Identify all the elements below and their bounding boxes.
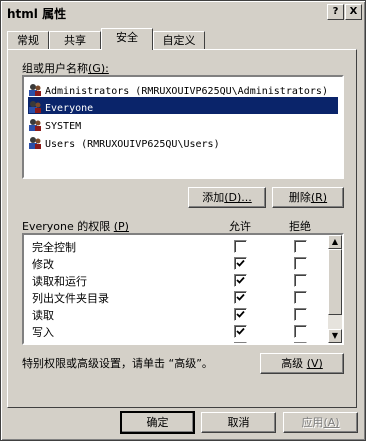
cancel-button-label: 取消 — [227, 416, 250, 429]
permission-deny-checkbox[interactable] — [294, 274, 307, 287]
user-name: SYSTEM — [45, 121, 82, 132]
permission-name: 写入 — [32, 326, 54, 339]
users-listbox[interactable]: Administrators (RMRUXOUIVP625QU\Administ… — [22, 75, 344, 179]
permissions-scrollbar[interactable]: ▲ ▼ — [328, 235, 342, 343]
tab-general-label: 常规 — [17, 34, 39, 47]
permission-row: 读取和运行 — [24, 271, 330, 288]
tab-strip: 常规 共享 安全 自定义 — [7, 28, 362, 50]
help-icon: ? — [332, 6, 339, 17]
cancel-button[interactable]: 取消 — [201, 412, 276, 433]
permission-row: 读取 — [24, 305, 330, 322]
permission-name: 完全控制 — [32, 241, 76, 254]
permissions-label-hotkey: (P) — [113, 220, 129, 233]
checkmark-icon — [236, 327, 245, 335]
permission-allow-checkbox[interactable] — [234, 308, 247, 321]
checkmark-icon — [236, 259, 245, 267]
remove-button[interactable]: 删除(R) — [272, 187, 344, 208]
tab-sharing-label: 共享 — [64, 34, 86, 47]
checkmark-icon — [236, 276, 245, 284]
ok-button-label: 确定 — [146, 416, 169, 429]
permission-deny-checkbox[interactable] — [294, 257, 307, 270]
permission-row: 写入 — [24, 322, 330, 339]
ok-button[interactable]: 确定 — [120, 411, 195, 434]
permission-name: 列出文件夹目录 — [32, 292, 109, 305]
groups-label: 组或用户名称(G): — [22, 60, 109, 76]
deny-column-header: 拒绝 — [289, 220, 311, 233]
permission-allow-checkbox[interactable] — [234, 342, 247, 343]
tab-security[interactable]: 安全 — [101, 28, 153, 50]
title-bar[interactable]: html 属性 ? X — [3, 3, 363, 21]
properties-dialog: html 属性 ? X 常规 共享 安全 自定义 组或用户名称(G): Admi… — [0, 0, 366, 441]
advanced-button-label: 高级 — [281, 357, 304, 370]
permission-deny-checkbox[interactable] — [294, 291, 307, 304]
user-name: Everyone — [45, 103, 94, 114]
list-item-administrators[interactable]: Administrators (RMRUXOUIVP625QU\Administ… — [28, 80, 328, 97]
user-group-icon — [29, 84, 41, 96]
help-button[interactable]: ? — [327, 4, 344, 20]
user-group-icon — [29, 101, 41, 113]
groups-label-hotkey: (G): — [88, 62, 109, 75]
permission-allow-checkbox[interactable] — [234, 325, 247, 338]
tab-general[interactable]: 常规 — [7, 31, 49, 50]
remove-button-label: 删除 — [288, 191, 311, 204]
scroll-thumb[interactable] — [328, 249, 342, 315]
scroll-up-button[interactable]: ▲ — [328, 235, 342, 249]
permissions-list[interactable]: 完全控制修改读取和运行列出文件夹目录读取写入特别的权限 ▲ ▼ — [22, 233, 344, 345]
permission-name: 修改 — [32, 258, 54, 271]
user-name: Administrators (RMRUXOUIVP625QU\Administ… — [45, 86, 328, 97]
add-button-hotkey: (D)... — [224, 191, 252, 204]
permission-name: 特别的权限 — [32, 341, 87, 343]
allow-column-header: 允许 — [229, 220, 251, 233]
apply-button-hotkey: (A) — [323, 416, 340, 429]
remove-button-hotkey: (R) — [310, 191, 328, 204]
permission-row: 修改 — [24, 254, 330, 271]
permissions-label-text: Everyone 的权限 — [22, 220, 111, 233]
add-button[interactable]: 添加(D)... — [188, 187, 266, 208]
permission-allow-checkbox[interactable] — [234, 291, 247, 304]
user-group-icon — [29, 137, 41, 149]
permission-deny-checkbox[interactable] — [294, 308, 307, 321]
permission-row: 特别的权限 — [24, 339, 330, 343]
security-panel: 组或用户名称(G): Administrators (RMRUXOUIVP625… — [7, 49, 357, 408]
list-item-everyone[interactable]: Everyone — [28, 97, 338, 114]
advanced-button[interactable]: 高级 (V) — [260, 353, 344, 374]
permission-row: 列出文件夹目录 — [24, 288, 330, 305]
tab-security-label: 安全 — [116, 31, 138, 44]
scroll-down-button[interactable]: ▼ — [328, 329, 342, 343]
apply-button-label: 应用 — [301, 416, 324, 429]
close-button[interactable]: X — [345, 4, 362, 20]
checkmark-icon — [236, 293, 245, 301]
user-name: Users (RMRUXOUIVP625QU\Users) — [45, 139, 220, 150]
advanced-button-hotkey: (V) — [306, 357, 323, 370]
tab-custom[interactable]: 自定义 — [153, 31, 205, 50]
advanced-hint-text: 特别权限或高级设置，请单击 “高级”。 — [22, 357, 213, 370]
permission-row: 完全控制 — [24, 237, 330, 254]
tab-sharing[interactable]: 共享 — [49, 31, 101, 50]
groups-label-text: 组或用户名称 — [22, 62, 88, 75]
user-group-icon — [29, 119, 41, 131]
apply-button[interactable]: 应用(A) — [283, 412, 358, 433]
close-icon: X — [349, 6, 358, 17]
permission-deny-checkbox[interactable] — [294, 325, 307, 338]
permission-deny-checkbox[interactable] — [294, 240, 307, 253]
permission-allow-checkbox[interactable] — [234, 240, 247, 253]
window-title: html 属性 — [7, 7, 67, 21]
tab-custom-label: 自定义 — [162, 34, 196, 47]
permission-allow-checkbox[interactable] — [234, 274, 247, 287]
permission-deny-checkbox[interactable] — [294, 342, 307, 343]
add-button-label: 添加 — [202, 191, 225, 204]
permission-name: 读取 — [32, 309, 54, 322]
list-item-system[interactable]: SYSTEM — [28, 115, 81, 132]
permissions-label: Everyone 的权限 (P) — [22, 218, 129, 234]
checkmark-icon — [236, 310, 245, 318]
permission-name: 读取和运行 — [32, 275, 87, 288]
list-item-users[interactable]: Users (RMRUXOUIVP625QU\Users) — [28, 133, 220, 150]
permission-allow-checkbox[interactable] — [234, 257, 247, 270]
